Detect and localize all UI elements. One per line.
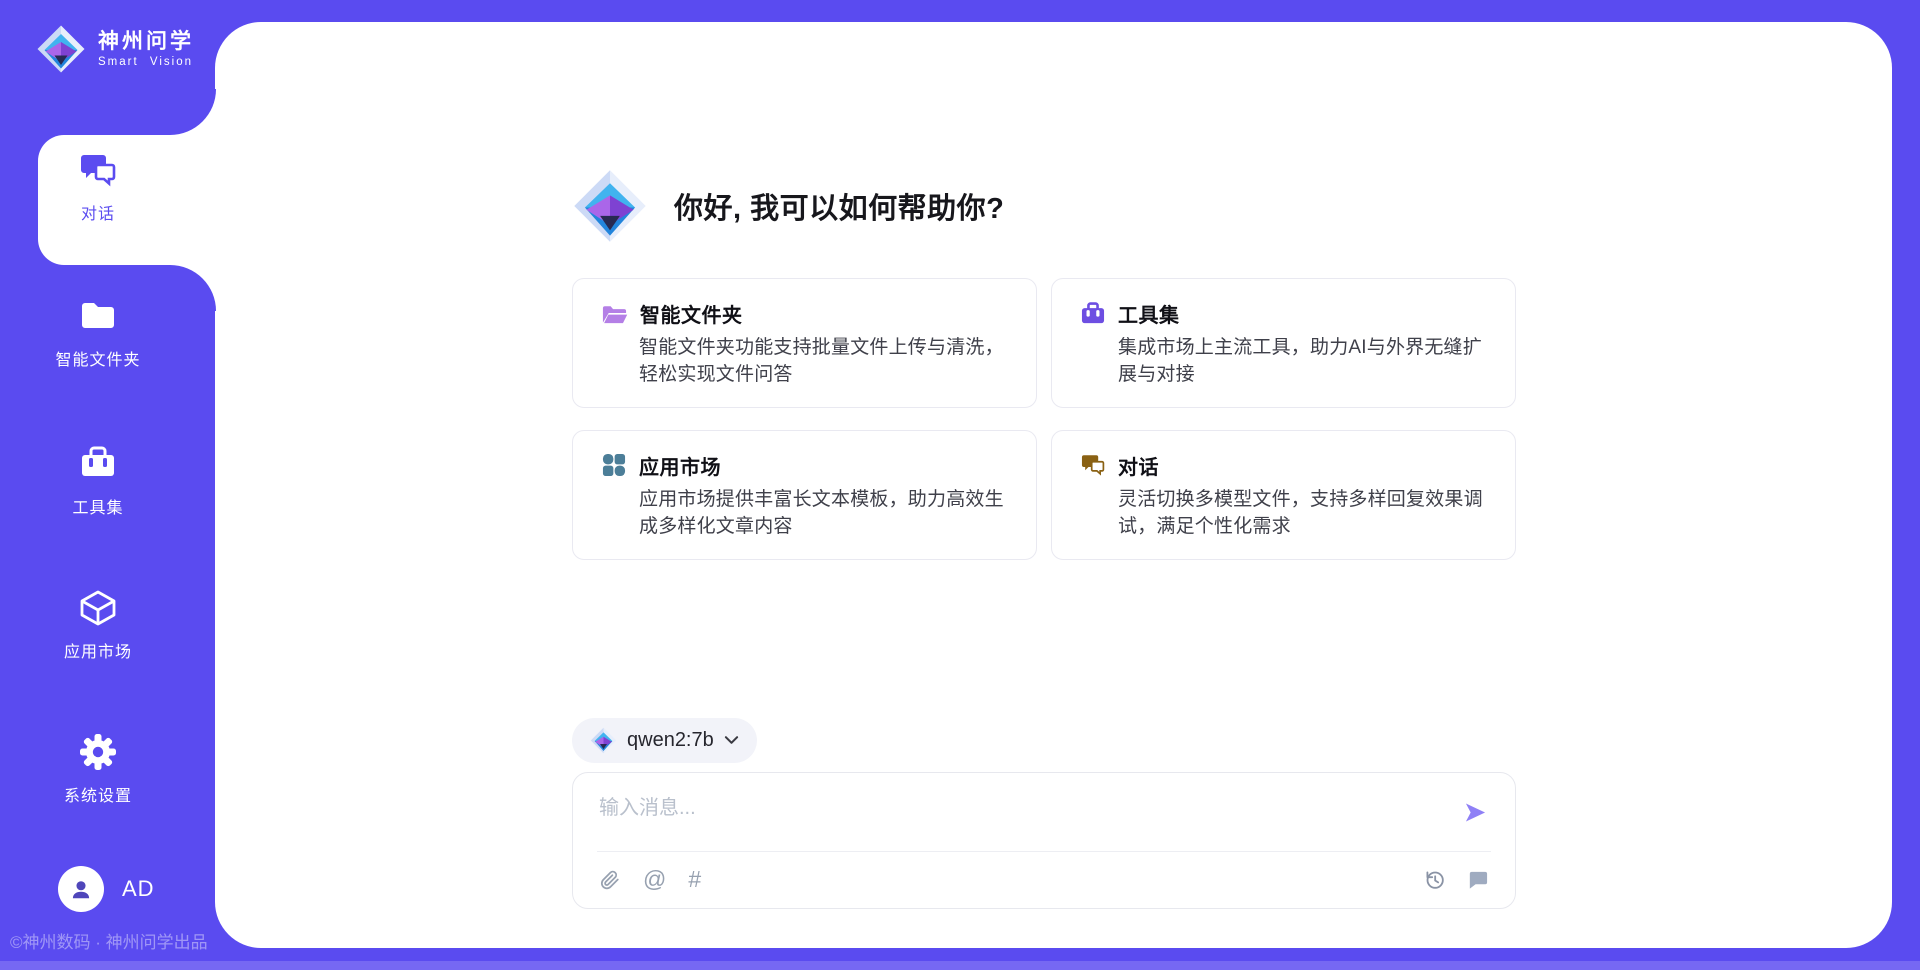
avatar	[58, 866, 104, 912]
brand-diamond-icon	[590, 727, 617, 754]
chat-icon	[78, 150, 118, 190]
message-composer: @ #	[572, 772, 1516, 909]
feature-card-chat[interactable]: 对话 灵活切换多模型文件，支持多样回复效果调试，满足个性化需求	[1051, 430, 1516, 560]
card-title: 工具集	[1118, 299, 1180, 328]
sidebar-item-chat[interactable]: 对话	[0, 150, 196, 224]
feature-card-toolset[interactable]: 工具集 集成市场上主流工具，助力AI与外界无缝扩展与对接	[1051, 278, 1516, 408]
card-desc: 应用市场提供丰富长文本模板，助力高效生成多样化文章内容	[639, 487, 1012, 541]
model-selector[interactable]: qwen2:7b	[572, 718, 757, 763]
card-title: 对话	[1118, 451, 1159, 480]
card-head: 智能文件夹	[601, 299, 1012, 328]
sidebar-item-label: 系统设置	[0, 782, 196, 806]
toolbox-icon	[1080, 301, 1106, 327]
sidebar-item-app-market[interactable]: 应用市场	[0, 588, 196, 662]
attach-button[interactable]	[599, 869, 621, 891]
gear-icon	[78, 732, 118, 772]
chevron-down-icon	[724, 734, 739, 746]
hash-icon: #	[688, 866, 701, 892]
sidebar-item-label: 工具集	[0, 494, 196, 518]
brand-text: 神州问学 Smart Vision	[98, 30, 194, 68]
greeting-block: 你好, 我可以如何帮助你?	[572, 168, 1516, 244]
message-input[interactable]	[599, 791, 1425, 843]
sidebar-item-toolset[interactable]: 工具集	[0, 444, 196, 518]
bottom-edge-strip	[0, 961, 1920, 970]
toolbox-icon	[78, 444, 118, 484]
main-panel: 你好, 我可以如何帮助你? 智能文件夹 智能文件夹功能支持批量文件上传与清洗，轻…	[215, 22, 1892, 948]
feature-card-smart-folder[interactable]: 智能文件夹 智能文件夹功能支持批量文件上传与清洗，轻松实现文件问答	[572, 278, 1037, 408]
card-head: 对话	[1080, 451, 1491, 480]
sidebar-item-label: 应用市场	[0, 638, 196, 662]
sidebar-footer-text: ©神州数码 · 神州问学出品	[10, 928, 208, 953]
history-icon	[1423, 868, 1446, 891]
cube-icon	[78, 588, 118, 628]
history-button[interactable]	[1423, 868, 1446, 891]
folder-open-icon	[601, 302, 628, 326]
chat-icon	[1080, 452, 1106, 478]
paperclip-icon	[599, 869, 621, 891]
sidebar-item-smart-folder[interactable]: 智能文件夹	[0, 296, 196, 370]
sidebar-item-settings[interactable]: 系统设置	[0, 732, 196, 806]
tab-fillet-top	[170, 89, 216, 135]
person-icon	[68, 876, 94, 902]
model-name: qwen2:7b	[627, 729, 714, 752]
card-title: 智能文件夹	[640, 299, 743, 328]
grid-icon	[601, 452, 627, 478]
chat-bubble-icon	[1466, 868, 1489, 891]
card-desc: 集成市场上主流工具，助力AI与外界无缝扩展与对接	[1118, 335, 1491, 389]
conversation-button[interactable]	[1466, 868, 1489, 891]
at-icon: @	[643, 866, 666, 892]
brand-logo: 神州问学 Smart Vision	[36, 24, 194, 74]
sidebar-item-label: 智能文件夹	[0, 346, 196, 370]
app-root: 神州问学 Smart Vision 对话 智能文件夹 工具集	[0, 0, 1920, 970]
card-head: 工具集	[1080, 299, 1491, 328]
feature-cards: 智能文件夹 智能文件夹功能支持批量文件上传与清洗，轻松实现文件问答 工具集	[572, 278, 1516, 560]
composer-toolbar: @ #	[599, 852, 1489, 908]
composer-right-tools	[1423, 868, 1489, 891]
send-icon	[1462, 799, 1489, 826]
brand-diamond-icon	[36, 24, 86, 74]
brand-diamond-icon	[572, 168, 648, 244]
user-initials: AD	[122, 876, 155, 902]
user-profile[interactable]: AD	[58, 866, 155, 912]
brand-subtitle: Smart Vision	[98, 56, 194, 68]
feature-card-app-market[interactable]: 应用市场 应用市场提供丰富长文本模板，助力高效生成多样化文章内容	[572, 430, 1037, 560]
topic-button[interactable]: #	[688, 868, 701, 891]
greeting-text: 你好, 我可以如何帮助你?	[674, 185, 1004, 227]
brand-name: 神州问学	[98, 30, 194, 54]
main-content: 你好, 我可以如何帮助你? 智能文件夹 智能文件夹功能支持批量文件上传与清洗，轻…	[572, 22, 1516, 909]
folder-icon	[78, 296, 118, 336]
sidebar-item-label: 对话	[0, 200, 196, 224]
send-button[interactable]	[1462, 799, 1489, 826]
card-title: 应用市场	[639, 451, 721, 480]
card-head: 应用市场	[601, 451, 1012, 480]
card-desc: 灵活切换多模型文件，支持多样回复效果调试，满足个性化需求	[1118, 487, 1491, 541]
card-desc: 智能文件夹功能支持批量文件上传与清洗，轻松实现文件问答	[639, 335, 1012, 389]
mention-button[interactable]: @	[643, 868, 666, 891]
composer-left-tools: @ #	[599, 868, 701, 891]
